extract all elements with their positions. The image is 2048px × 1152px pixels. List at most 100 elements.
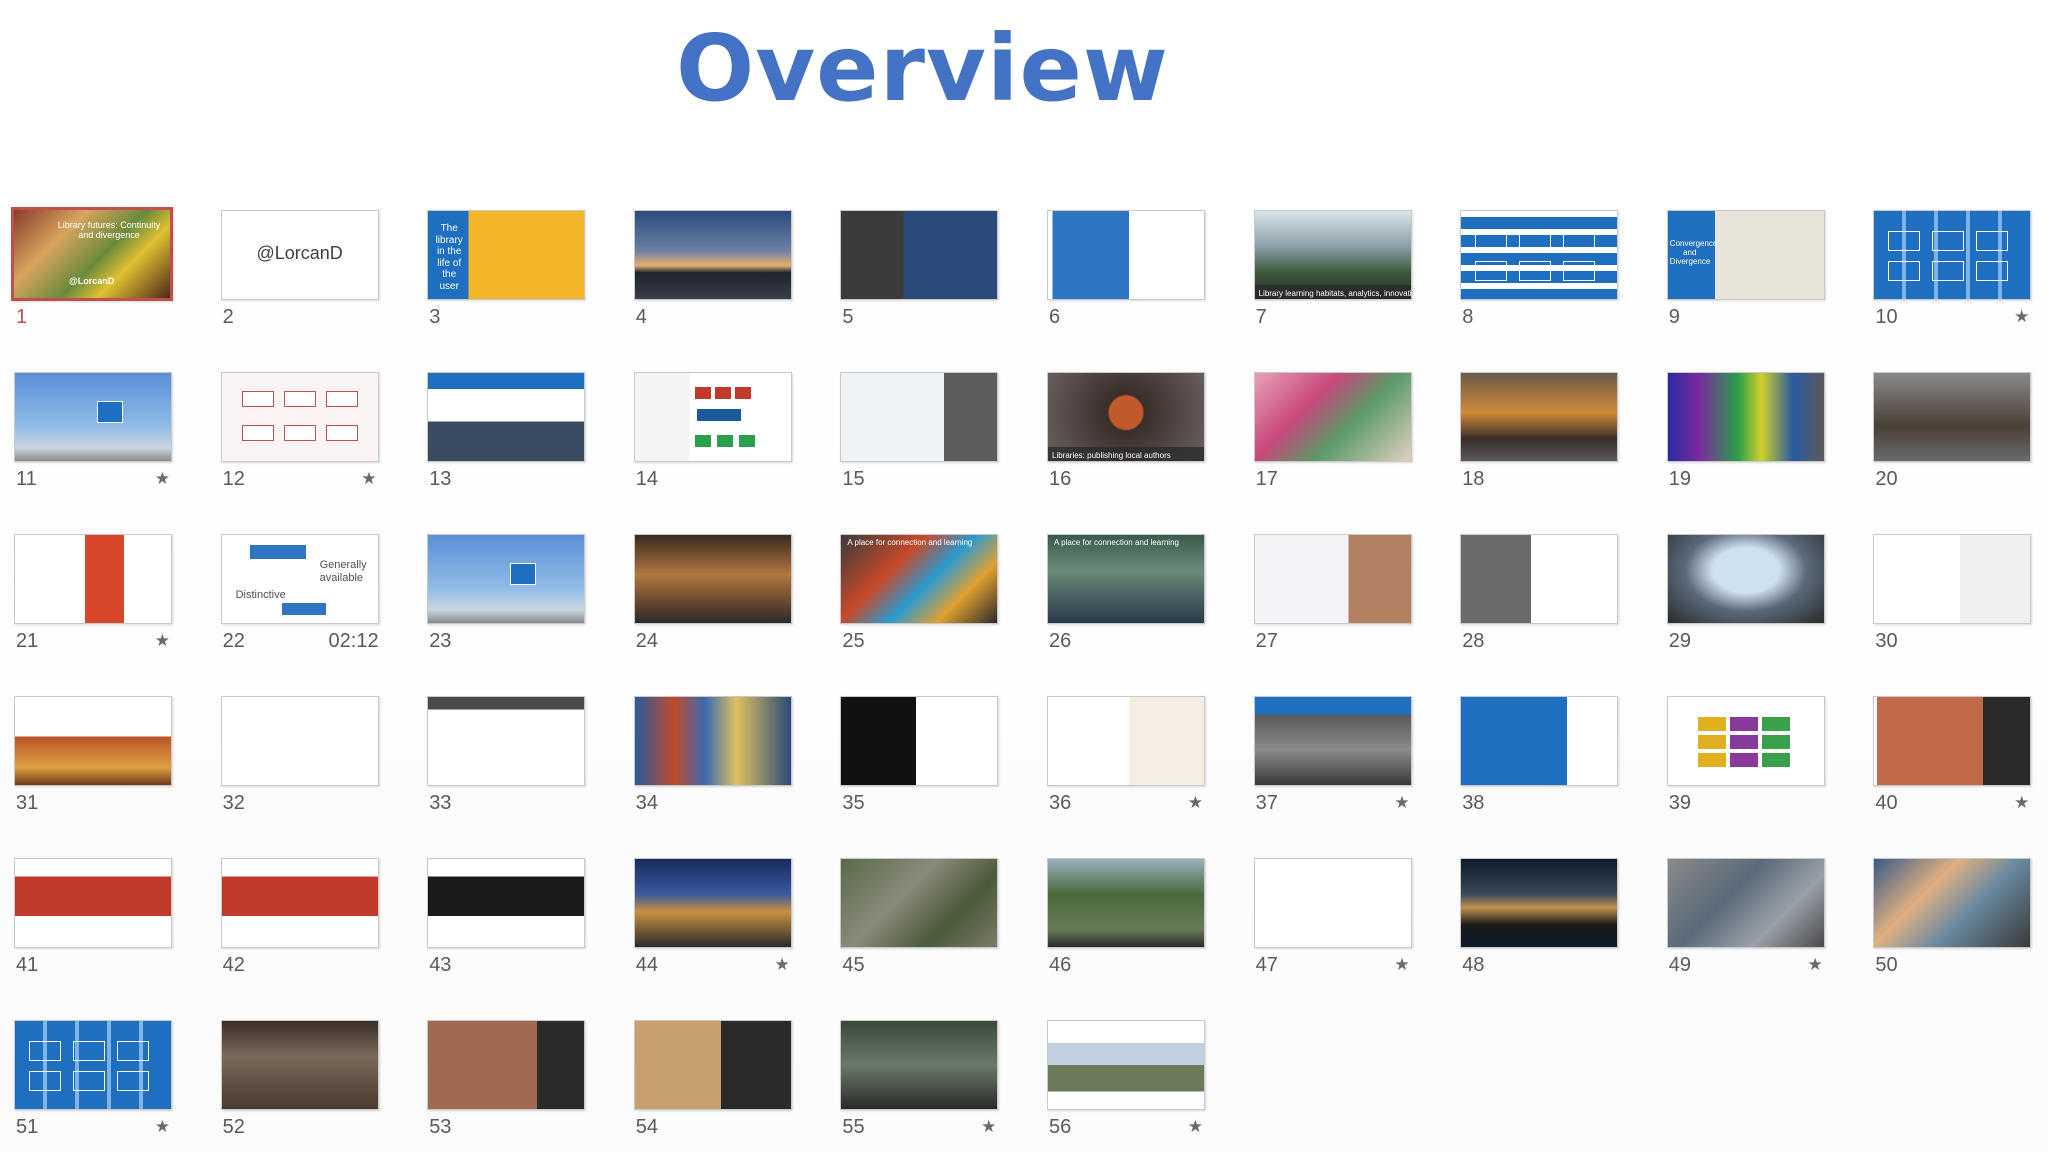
slide-thumbnail-22[interactable]: Distinctive Generally available 22 02:12: [220, 534, 379, 656]
slide-thumbnail-40[interactable]: 40 ★: [1873, 696, 2032, 818]
slide-preview[interactable]: [220, 696, 379, 786]
slide-thumbnail-21[interactable]: 21 ★: [14, 534, 172, 656]
slide-thumbnail-3[interactable]: The library in the life of the user 3: [427, 210, 586, 332]
slide-preview[interactable]: The library in the life of the user: [427, 210, 586, 300]
slide-thumbnail-25[interactable]: A place for connection and learning 25: [840, 534, 999, 656]
slide-thumbnail-30[interactable]: 30: [1873, 534, 2032, 656]
slide-thumbnail-28[interactable]: 28: [1460, 534, 1619, 656]
slide-preview[interactable]: [1253, 696, 1412, 786]
slide-thumbnail-2[interactable]: @LorcanD 2: [220, 210, 379, 332]
slide-preview[interactable]: [1666, 858, 1825, 948]
slide-thumbnail-56[interactable]: 56 ★: [1047, 1020, 1205, 1142]
slide-thumbnail-43[interactable]: 43: [427, 858, 586, 980]
slide-preview[interactable]: A place for connection and learning: [840, 534, 999, 624]
slide-preview[interactable]: [427, 1020, 586, 1110]
slide-preview[interactable]: [1873, 858, 2032, 948]
slide-thumbnail-32[interactable]: 32: [220, 696, 379, 818]
slide-thumbnail-31[interactable]: 31: [14, 696, 172, 818]
slide-thumbnail-54[interactable]: 54: [633, 1020, 792, 1142]
slide-thumbnail-10[interactable]: 10 ★: [1873, 210, 2032, 332]
slide-preview[interactable]: [1873, 534, 2032, 624]
slide-thumbnail-13[interactable]: 13: [427, 372, 586, 494]
slide-preview[interactable]: [14, 858, 172, 948]
slide-thumbnail-45[interactable]: 45: [840, 858, 999, 980]
slide-thumbnail-33[interactable]: 33: [427, 696, 586, 818]
slide-thumbnail-42[interactable]: 42: [220, 858, 379, 980]
slide-preview[interactable]: [633, 1020, 792, 1110]
slide-preview[interactable]: [1460, 696, 1619, 786]
slide-preview[interactable]: [14, 696, 172, 786]
slide-thumbnail-8[interactable]: 8: [1460, 210, 1619, 332]
slide-preview[interactable]: [1666, 696, 1825, 786]
slide-preview[interactable]: [220, 372, 379, 462]
slide-preview[interactable]: [840, 696, 999, 786]
slide-preview[interactable]: [1460, 372, 1619, 462]
slide-preview[interactable]: [1873, 210, 2032, 300]
slide-preview[interactable]: [1460, 858, 1619, 948]
slide-thumbnail-46[interactable]: 46: [1047, 858, 1205, 980]
slide-thumbnail-47[interactable]: 47 ★: [1253, 858, 1412, 980]
slide-preview[interactable]: [633, 210, 792, 300]
slide-preview[interactable]: [1873, 696, 2032, 786]
slide-thumbnail-12[interactable]: 12 ★: [220, 372, 379, 494]
slide-thumbnail-18[interactable]: 18: [1460, 372, 1619, 494]
slide-preview[interactable]: [14, 534, 172, 624]
slide-preview[interactable]: [427, 372, 586, 462]
slide-thumbnail-41[interactable]: 41: [14, 858, 172, 980]
slide-thumbnail-26[interactable]: A place for connection and learning 26: [1047, 534, 1205, 656]
slide-thumbnail-9[interactable]: Convergence and Divergence 9: [1666, 210, 1825, 332]
slide-preview[interactable]: [1253, 858, 1412, 948]
slide-thumbnail-35[interactable]: 35: [840, 696, 999, 818]
slide-preview[interactable]: [14, 372, 172, 462]
slide-thumbnail-7[interactable]: Library learning habitats, analytics, in…: [1253, 210, 1412, 332]
slide-thumbnail-19[interactable]: 19: [1666, 372, 1825, 494]
slide-thumbnail-38[interactable]: 38: [1460, 696, 1619, 818]
slide-preview[interactable]: [1666, 534, 1825, 624]
slide-thumbnail-50[interactable]: 50: [1873, 858, 2032, 980]
slide-preview[interactable]: [633, 696, 792, 786]
slide-thumbnail-20[interactable]: 20: [1873, 372, 2032, 494]
slide-thumbnail-14[interactable]: 14: [633, 372, 792, 494]
slide-thumbnail-36[interactable]: 36 ★: [1047, 696, 1205, 818]
slide-thumbnail-17[interactable]: 17: [1253, 372, 1412, 494]
slide-preview[interactable]: [633, 372, 792, 462]
slide-thumbnail-29[interactable]: 29: [1666, 534, 1825, 656]
slide-thumbnail-49[interactable]: 49 ★: [1666, 858, 1825, 980]
slide-preview[interactable]: [14, 1020, 172, 1110]
slide-preview[interactable]: [220, 858, 379, 948]
slide-preview[interactable]: [840, 210, 999, 300]
slide-thumbnail-48[interactable]: 48: [1460, 858, 1619, 980]
slide-thumbnail-34[interactable]: 34: [633, 696, 792, 818]
slide-preview[interactable]: [1666, 372, 1825, 462]
slide-preview[interactable]: [1047, 696, 1205, 786]
slide-thumbnail-53[interactable]: 53: [427, 1020, 586, 1142]
slide-preview[interactable]: [840, 858, 999, 948]
slide-preview[interactable]: Libraries: publishing local authors: [1047, 372, 1205, 462]
slide-preview[interactable]: [1253, 372, 1412, 462]
slide-preview[interactable]: [1253, 534, 1412, 624]
slide-thumbnail-24[interactable]: 24: [633, 534, 792, 656]
slide-thumbnail-44[interactable]: 44 ★: [633, 858, 792, 980]
slide-thumbnail-5[interactable]: 5: [840, 210, 999, 332]
slide-thumbnail-6[interactable]: 6: [1047, 210, 1205, 332]
slide-preview[interactable]: [1873, 372, 2032, 462]
slide-preview[interactable]: [1460, 210, 1619, 300]
slide-thumbnail-27[interactable]: 27: [1253, 534, 1412, 656]
slide-preview[interactable]: A place for connection and learning: [1047, 534, 1205, 624]
slide-preview[interactable]: [427, 858, 586, 948]
slide-preview[interactable]: Library futures: Continuity and divergen…: [11, 207, 173, 301]
slide-preview[interactable]: [1047, 210, 1205, 300]
slide-thumbnail-4[interactable]: 4: [633, 210, 792, 332]
slide-thumbnail-55[interactable]: 55 ★: [840, 1020, 999, 1142]
slide-preview[interactable]: Distinctive Generally available: [220, 534, 379, 624]
slide-thumbnail-52[interactable]: 52: [220, 1020, 379, 1142]
slide-preview[interactable]: @LorcanD: [220, 210, 379, 300]
slide-preview[interactable]: [1460, 534, 1619, 624]
slide-preview[interactable]: [1047, 858, 1205, 948]
slide-preview[interactable]: [427, 534, 586, 624]
slide-preview[interactable]: [633, 858, 792, 948]
slide-thumbnail-23[interactable]: 23: [427, 534, 586, 656]
slide-thumbnail-11[interactable]: 11 ★: [14, 372, 172, 494]
slide-thumbnail-1[interactable]: Library futures: Continuity and divergen…: [11, 207, 173, 332]
slide-preview[interactable]: [220, 1020, 379, 1110]
